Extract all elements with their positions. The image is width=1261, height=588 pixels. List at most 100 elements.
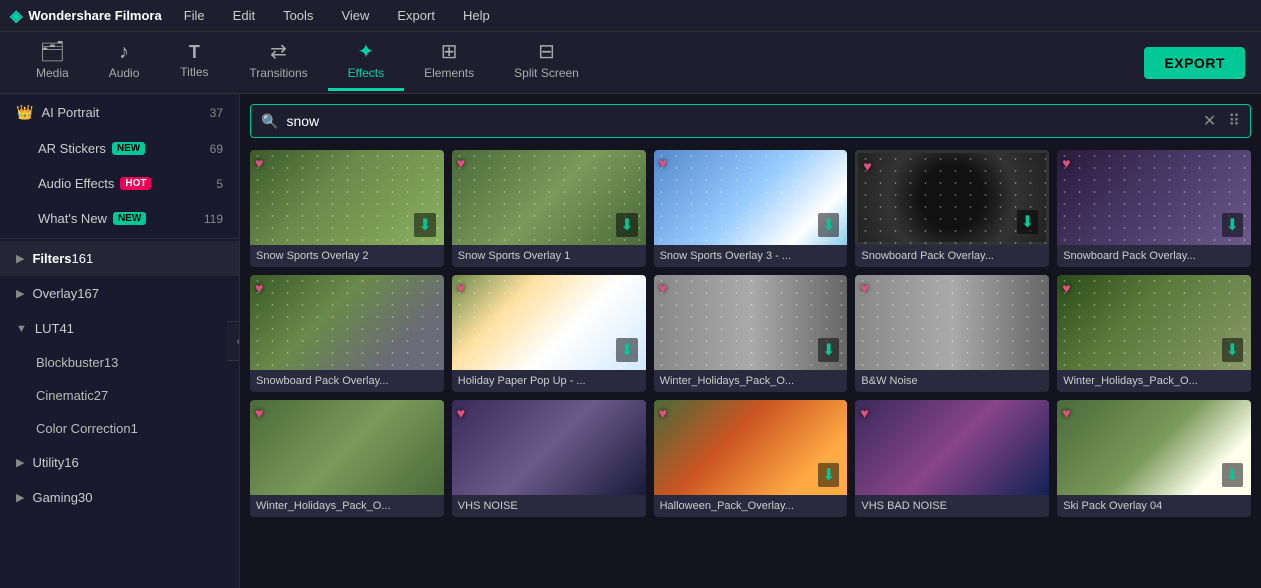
grid-view-icon[interactable]: ⠿ [1228,111,1240,131]
toolbar-titles[interactable]: T Titles [159,35,229,90]
sidebar-label-overlay: Overlay [32,286,77,301]
toolbar-splitscreen-label: Split Screen [514,66,579,80]
thumb-10: ♥⬇ [1057,275,1251,370]
grid-item-9[interactable]: ♥B&W Noise [855,275,1049,392]
download-icon-13[interactable]: ⬇ [818,463,839,487]
menu-edit[interactable]: Edit [227,6,261,25]
grid-item-label-3: Snow Sports Overlay 3 - ... [654,245,848,267]
thumb-11: ♥ [250,400,444,495]
grid-item-10[interactable]: ♥⬇Winter_Holidays_Pack_O... [1057,275,1251,392]
sidebar-item-utility[interactable]: ▶ Utility 16 [0,445,239,480]
heart-icon-1[interactable]: ♥ [255,155,263,171]
heart-icon-11[interactable]: ♥ [255,405,263,421]
sidebar-label-color-correction: Color Correction [36,421,131,436]
heart-icon-6[interactable]: ♥ [255,280,263,296]
grid-item-11[interactable]: ♥Winter_Holidays_Pack_O... [250,400,444,517]
thumb-8: ♥⬇ [654,275,848,370]
sidebar-item-filters[interactable]: ▶ Filters 161 [0,241,239,276]
grid-item-label-7: Holiday Paper Pop Up - ... [452,370,646,392]
snow-overlay-9 [855,275,1049,370]
grid-item-15[interactable]: ♥⬇Ski Pack Overlay 04 [1057,400,1251,517]
sidebar-count-blockbuster: 13 [104,355,118,370]
toolbar-titles-label: Titles [180,65,208,79]
grid-item-12[interactable]: ♥VHS NOISE [452,400,646,517]
heart-icon-5[interactable]: ♥ [1062,155,1070,171]
thumb-6: ♥ [250,275,444,370]
search-input[interactable] [286,113,1194,129]
download-icon-15[interactable]: ⬇ [1222,463,1243,487]
heart-icon-10[interactable]: ♥ [1062,280,1070,296]
thumb-2: ♥⬇ [452,150,646,245]
toolbar-media[interactable]: 🗂 Media [16,34,89,91]
heart-icon-3[interactable]: ♥ [659,155,667,171]
sidebar-item-gaming[interactable]: ▶ Gaming 30 [0,480,239,515]
sidebar-item-audio-effects[interactable]: Audio Effects HOT 5 [0,166,239,201]
sidebar-item-whats-new[interactable]: What's New NEW 119 [0,201,239,236]
download-icon-4[interactable]: ⬇ [1017,210,1038,234]
heart-icon-8[interactable]: ♥ [659,280,667,296]
toolbar-audio[interactable]: ♪ Audio [89,34,160,91]
toolbar-elements-label: Elements [424,66,474,80]
menu-help[interactable]: Help [457,6,496,25]
download-icon-2[interactable]: ⬇ [616,213,637,237]
sidebar-collapse-button[interactable]: ‹ [227,321,240,361]
grid-item-6[interactable]: ♥Snowboard Pack Overlay... [250,275,444,392]
menu-view[interactable]: View [335,6,375,25]
menu-export[interactable]: Export [391,6,441,25]
grid-item-8[interactable]: ♥⬇Winter_Holidays_Pack_O... [654,275,848,392]
heart-icon-14[interactable]: ♥ [860,405,868,421]
toolbar-transitions[interactable]: ⇄ Transitions [229,34,327,91]
thumb-14: ♥ [855,400,1049,495]
toolbar-elements[interactable]: ⊞ Elements [404,34,494,91]
toolbar-effects[interactable]: ✦ Effects [328,34,404,91]
grid-item-4[interactable]: ♥⬇Snowboard Pack Overlay... [855,150,1049,267]
audio-icon: ♪ [119,42,129,62]
sidebar-count-audio-effects: 5 [216,177,223,191]
download-icon-5[interactable]: ⬇ [1222,213,1243,237]
crown-icon: 👑 [16,104,33,121]
menu-file[interactable]: File [178,6,211,25]
heart-icon-9[interactable]: ♥ [860,280,868,296]
heart-icon-13[interactable]: ♥ [659,405,667,421]
sidebar-item-blockbuster[interactable]: Blockbuster 13 [0,346,239,379]
grid-item-3[interactable]: ♥⬇Snow Sports Overlay 3 - ... [654,150,848,267]
thumb-12: ♥ [452,400,646,495]
badge-new-whats: NEW [113,212,146,225]
sidebar-item-cinematic[interactable]: Cinematic 27 [0,379,239,412]
sidebar-label-ar-stickers: AR Stickers [38,141,106,156]
download-icon-8[interactable]: ⬇ [818,338,839,362]
toolbar-splitscreen[interactable]: ⊟ Split Screen [494,34,599,91]
sidebar-item-ai-portrait[interactable]: 👑 AI Portrait 37 [0,94,239,131]
download-icon-10[interactable]: ⬇ [1222,338,1243,362]
sidebar-item-ar-stickers[interactable]: AR Stickers NEW 69 [0,131,239,166]
thumb-3: ♥⬇ [654,150,848,245]
grid-item-13[interactable]: ♥ ⬇ Halloween_Pack_Overlay... [654,400,848,517]
grid-item-5[interactable]: ♥⬇Snowboard Pack Overlay... [1057,150,1251,267]
arrow-overlay-icon: ▶ [16,287,24,300]
download-icon-3[interactable]: ⬇ [818,213,839,237]
download-icon-7[interactable]: ⬇ [616,338,637,362]
sidebar-item-overlay[interactable]: ▶ Overlay 167 [0,276,239,311]
heart-icon-12[interactable]: ♥ [457,405,465,421]
grid-item-label-13: Halloween_Pack_Overlay... [654,495,848,517]
search-icon: 🔍 [261,113,278,130]
heart-icon-15[interactable]: ♥ [1062,405,1070,421]
sidebar-item-color-correction[interactable]: Color Correction 1 [0,412,239,445]
sidebar-item-lut[interactable]: ▼ LUT 41 [0,311,239,346]
export-button[interactable]: EXPORT [1144,47,1245,79]
clear-search-icon[interactable]: ✕ [1203,111,1216,131]
sidebar-count-filters: 161 [71,251,93,266]
grid-item-label-2: Snow Sports Overlay 1 [452,245,646,267]
grid-item-7[interactable]: ♥ ⬇ Holiday Paper Pop Up - ... [452,275,646,392]
thumb-15: ♥⬇ [1057,400,1251,495]
grid-item-1[interactable]: ♥⬇Snow Sports Overlay 2 [250,150,444,267]
grid-item-2[interactable]: ♥⬇Snow Sports Overlay 1 [452,150,646,267]
sidebar-label-ai-portrait: AI Portrait [41,105,99,120]
heart-icon-2[interactable]: ♥ [457,155,465,171]
heart-icon-4[interactable]: ♥ [863,158,871,174]
download-icon-1[interactable]: ⬇ [414,213,435,237]
grid-item-14[interactable]: ♥VHS BAD NOISE [855,400,1049,517]
menu-tools[interactable]: Tools [277,6,319,25]
sidebar-label-lut: LUT [35,321,60,336]
heart-icon-7[interactable]: ♥ [457,280,465,296]
